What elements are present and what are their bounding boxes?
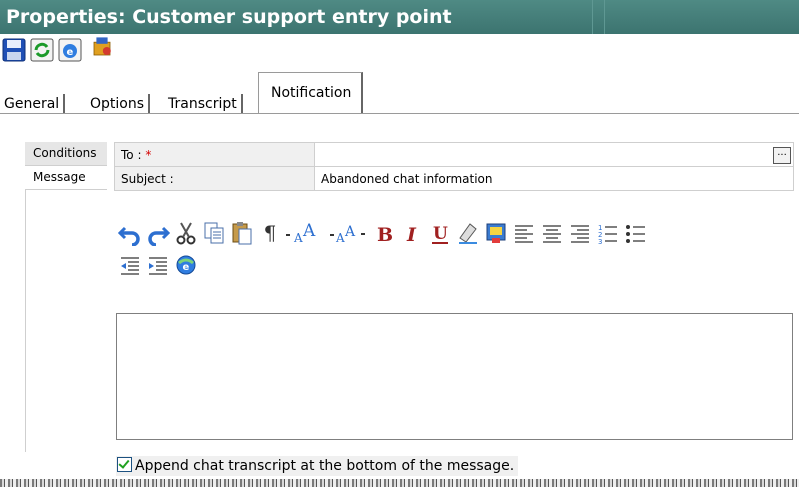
sidenav-item-conditions[interactable]: Conditions	[25, 142, 107, 166]
clear-format-icon[interactable]	[456, 220, 480, 246]
required-marker: *	[145, 147, 152, 162]
sidenav: Conditions Message	[25, 142, 107, 190]
tab-bar: General Options Transcript Notification	[0, 72, 799, 114]
italic-icon[interactable]: I	[400, 220, 424, 246]
underline-icon[interactable]: U	[428, 220, 452, 246]
font-size-increase-icon[interactable]: A A	[284, 220, 328, 246]
recipient-form: To : * ... Subject : Abandoned chat info…	[114, 142, 794, 191]
editor-toolbar: ¶ A A A A B I U 1 2 3 e	[118, 220, 798, 300]
svg-text:e: e	[183, 262, 190, 273]
paste-icon[interactable]	[230, 220, 254, 246]
svg-text:I: I	[406, 224, 417, 246]
browser-icon[interactable]: e	[58, 38, 82, 62]
window-title-text: Properties: Customer support entry point	[6, 6, 452, 28]
bottom-toolbar-edge	[0, 479, 799, 487]
bold-icon[interactable]: B	[372, 220, 396, 246]
highlight-icon[interactable]	[484, 220, 508, 246]
copy-icon[interactable]	[202, 220, 226, 246]
cut-icon[interactable]	[174, 220, 198, 246]
numbered-list-icon[interactable]: 1 2 3	[596, 220, 620, 246]
undo-icon[interactable]	[118, 220, 142, 246]
indent-icon[interactable]	[146, 252, 170, 278]
bulleted-list-icon[interactable]	[624, 220, 648, 246]
svg-text:B: B	[377, 224, 393, 246]
svg-text:U: U	[433, 224, 448, 244]
append-transcript-option[interactable]: Append chat transcript at the bottom of …	[116, 456, 519, 476]
svg-text:A: A	[335, 231, 345, 245]
svg-text:A: A	[293, 231, 303, 245]
tab-divider	[0, 113, 799, 114]
svg-text:e: e	[67, 47, 74, 58]
subject-label: Subject :	[114, 166, 315, 191]
redo-icon[interactable]	[146, 220, 170, 246]
svg-text:A: A	[302, 221, 316, 241]
paragraph-icon[interactable]: ¶	[258, 220, 282, 246]
window-title: Properties: Customer support entry point	[0, 0, 799, 34]
package-icon[interactable]	[90, 35, 114, 59]
to-label: To :	[121, 147, 142, 162]
tab-transcript[interactable]: Transcript	[164, 94, 243, 114]
browse-recipients-button[interactable]: ...	[773, 147, 791, 164]
svg-text:3: 3	[598, 238, 602, 246]
font-size-decrease-icon[interactable]: A A	[328, 220, 372, 246]
to-label-cell: To : *	[114, 142, 315, 167]
outdent-icon[interactable]	[118, 252, 142, 278]
tab-options[interactable]: Options	[86, 94, 151, 114]
title-divider	[604, 0, 605, 34]
refresh-icon[interactable]	[30, 38, 54, 62]
subject-field[interactable]: Abandoned chat information	[314, 166, 794, 191]
align-left-icon[interactable]	[512, 220, 536, 246]
append-transcript-label: Append chat transcript at the bottom of …	[135, 458, 515, 474]
message-body-editor[interactable]	[116, 313, 793, 440]
save-icon[interactable]	[2, 38, 26, 62]
insert-link-icon[interactable]: e	[174, 252, 198, 278]
to-field[interactable]: ...	[314, 142, 794, 167]
title-divider	[592, 0, 593, 34]
append-transcript-checkbox[interactable]	[117, 457, 132, 472]
tab-general[interactable]: General	[0, 94, 66, 114]
align-right-icon[interactable]	[568, 220, 592, 246]
align-center-icon[interactable]	[540, 220, 564, 246]
tab-notification[interactable]: Notification	[258, 72, 364, 114]
sidenav-item-message[interactable]: Message	[25, 166, 107, 190]
svg-text:A: A	[344, 224, 356, 240]
